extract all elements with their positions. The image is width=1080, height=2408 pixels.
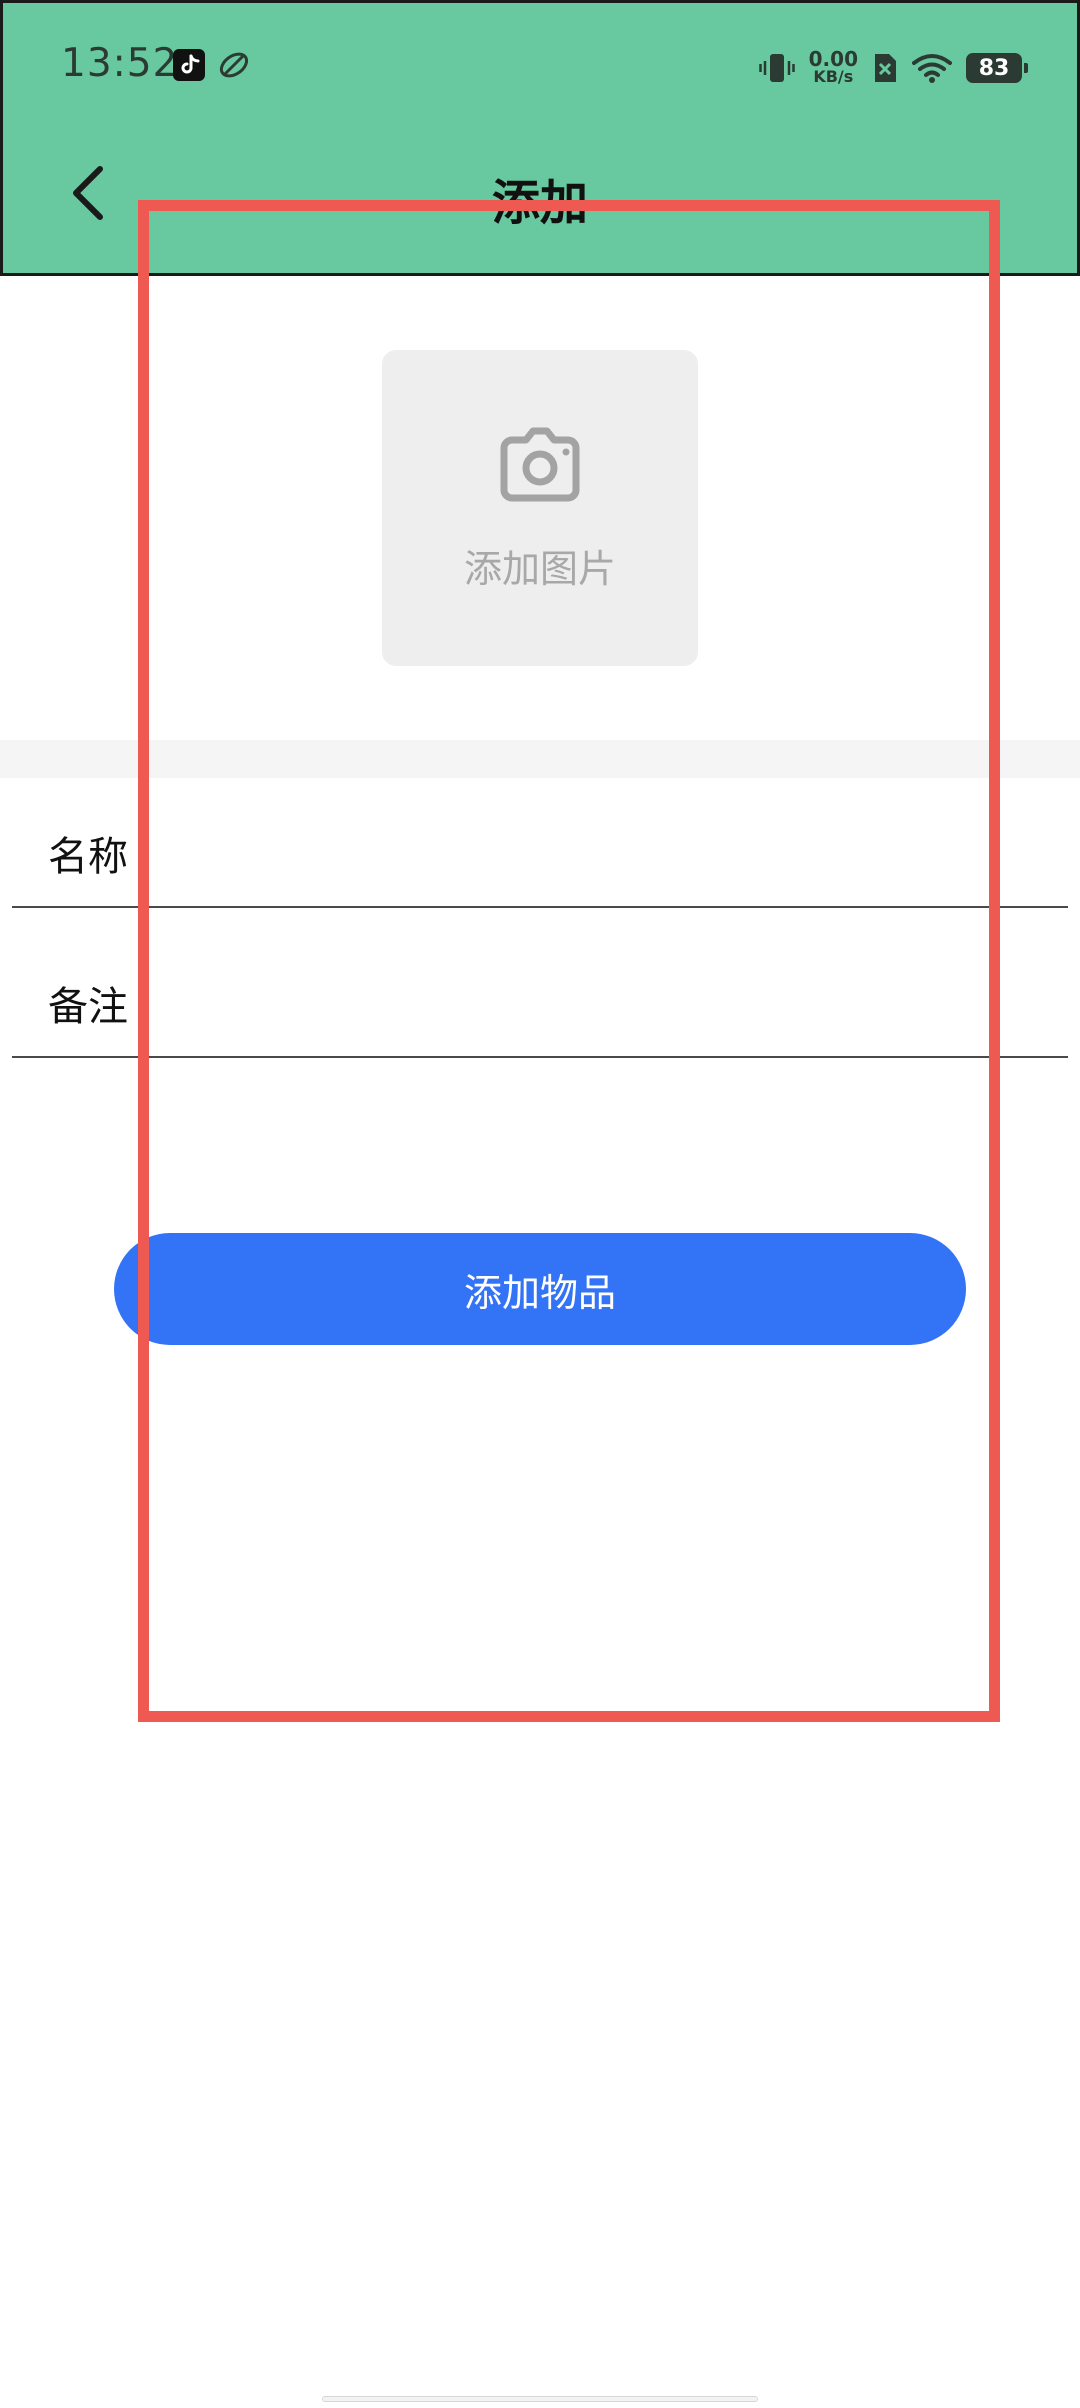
battery-icon: 83: [966, 53, 1028, 83]
app-leaf-icon: [219, 52, 249, 78]
tiktok-icon: [173, 49, 205, 81]
note-field-row: 备注: [12, 938, 1068, 1058]
status-indicators: 0.00 KB/s 83: [758, 43, 1028, 93]
note-input[interactable]: [142, 964, 1042, 1034]
name-field-row: 名称: [12, 788, 1068, 908]
add-image-label: 添加图片: [463, 547, 616, 591]
wifi-icon: [912, 54, 952, 83]
sim-no-service-icon: [875, 54, 896, 82]
status-time: 13:52: [61, 41, 179, 86]
vibrate-icon: [758, 54, 795, 82]
add-item-screen: 13:52 0.00 KB/s 83 添加 添加图片 名称 备注 添加物品: [0, 0, 1080, 2408]
note-label: 备注: [48, 984, 128, 1030]
home-indicator[interactable]: [322, 2396, 758, 2402]
page-title: 添加: [491, 175, 588, 231]
add-item-button[interactable]: 添加物品: [114, 1233, 966, 1345]
app-header: 13:52 0.00 KB/s 83 添加: [0, 0, 1080, 276]
status-bar: 13:52 0.00 KB/s 83: [3, 3, 1077, 133]
toolbar: 添加: [3, 133, 1077, 273]
network-speed: 0.00 KB/s: [808, 47, 858, 86]
net-speed-value: 0.00: [808, 47, 858, 71]
net-speed-unit: KB/s: [813, 67, 854, 86]
camera-icon: [500, 427, 580, 502]
section-divider: [0, 740, 1080, 778]
add-image-button[interactable]: 添加图片: [382, 350, 698, 666]
battery-level: 83: [978, 55, 1010, 81]
name-input[interactable]: [142, 814, 1042, 884]
name-label: 名称: [48, 834, 128, 880]
